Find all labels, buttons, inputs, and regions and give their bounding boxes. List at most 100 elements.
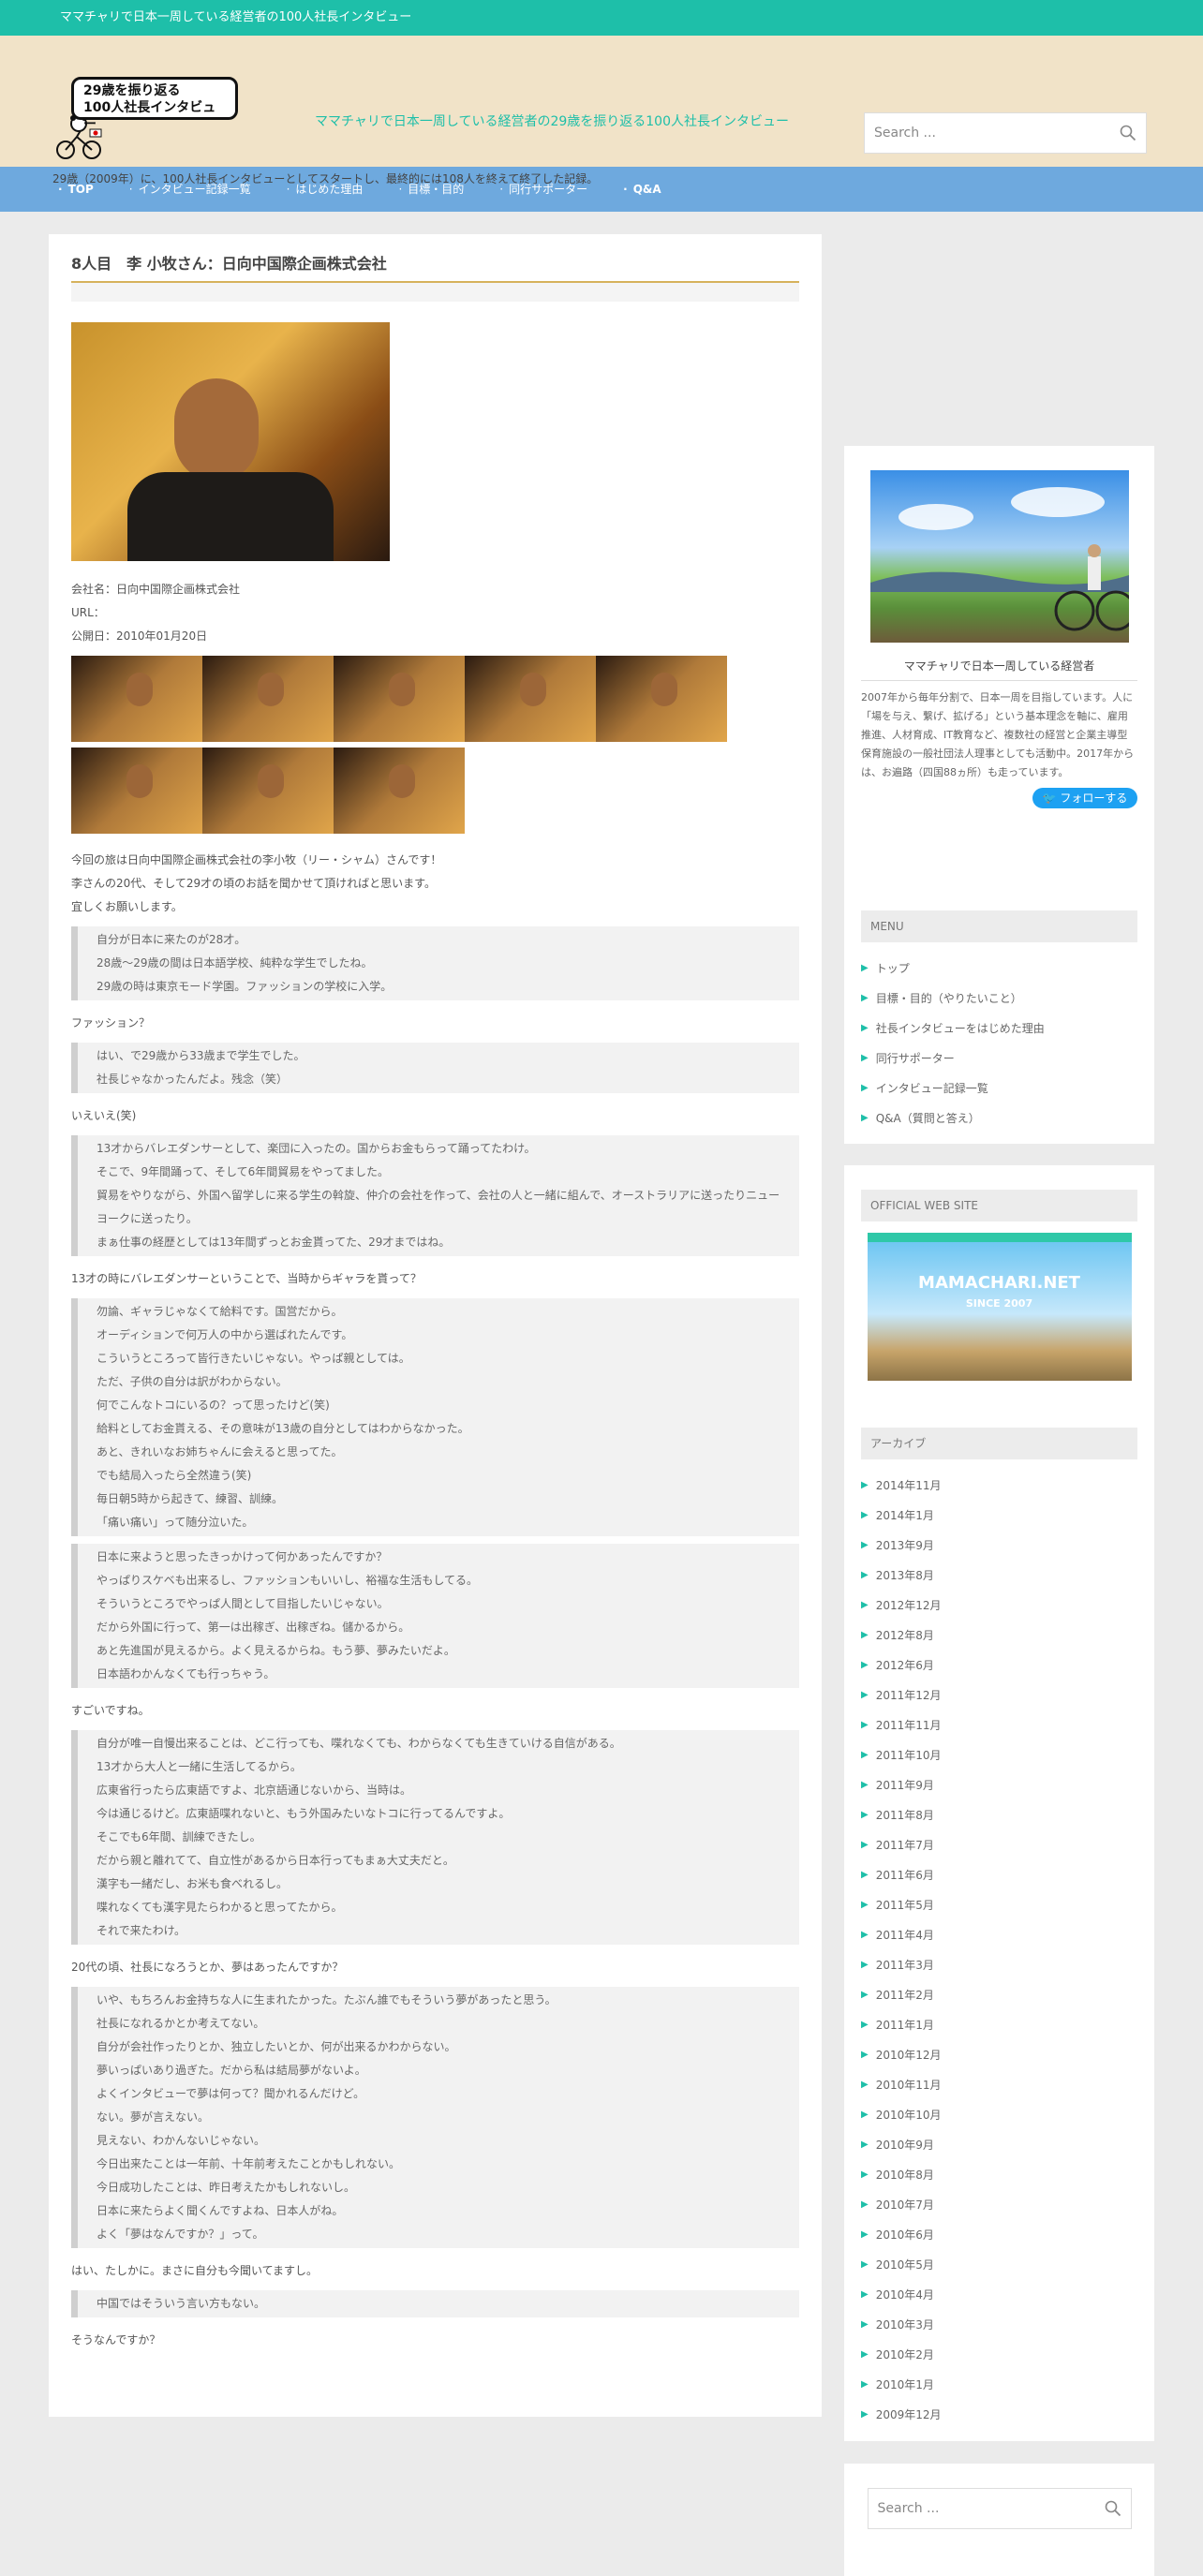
archive-link[interactable]: ▶ 2011年9月 <box>861 1770 1137 1800</box>
gallery-thumbnail[interactable] <box>71 748 202 834</box>
gallery-thumbnail[interactable] <box>202 748 334 834</box>
archive-link[interactable]: ▶ 2011年7月 <box>861 1830 1137 1860</box>
text-line: 自分が日本に来たのが28才。 <box>97 933 246 946</box>
archive-link[interactable]: ▶ 2012年6月 <box>861 1651 1137 1680</box>
menu-link[interactable]: ▶ 社長インタビューをはじめた理由 <box>861 1014 1137 1044</box>
header-search-input[interactable]: Search ... <box>874 124 1120 143</box>
title-spacer <box>71 283 799 302</box>
text-line: 20代の頃、社長になろうとか、夢はあったんですか？ <box>71 1961 344 1974</box>
archive-link[interactable]: ▶ 2014年1月 <box>861 1501 1137 1531</box>
nav-item-qa[interactable]: · Q&A <box>623 181 661 198</box>
sidebar-search-widget: Search ... <box>844 2464 1154 2576</box>
interviewer-question: ファッション？ <box>71 1012 799 1035</box>
answer-quote: 13才からバレエダンサーとして、楽団に入ったの。国からお金もらって踊ってたわけ。… <box>71 1135 799 1256</box>
text-line: でも結局入ったら全然違う(笑) <box>97 1469 252 1482</box>
interviewer-question: 13才の時にバレエダンサーということで、当時からギャラを貰って？ <box>71 1267 799 1291</box>
text-line: だから親と離れてて、自立性があるから日本行ってもまぁ大丈夫だと。 <box>97 1854 454 1867</box>
archive-link[interactable]: ▶ 2010年9月 <box>861 2130 1137 2160</box>
archive-link[interactable]: ▶ 2011年4月 <box>861 1920 1137 1950</box>
text-line: あと、きれいなお姉ちゃんに会えると思ってた。 <box>97 1445 343 1458</box>
triangle-bullet-icon: ▶ <box>861 2139 869 2150</box>
gallery-thumbnail[interactable] <box>334 748 465 834</box>
twitter-icon: 🐦 <box>1042 792 1057 805</box>
archive-link[interactable]: ▶ 2011年5月 <box>861 1890 1137 1920</box>
gallery-thumbnail[interactable] <box>465 656 596 742</box>
archive-link[interactable]: ▶ 2011年2月 <box>861 1980 1137 2010</box>
menu-link[interactable]: ▶ トップ <box>861 954 1137 984</box>
company-name: 会社名：日向中国際企画株式会社 <box>71 583 241 596</box>
archive-link[interactable]: ▶ 2010年7月 <box>861 2190 1137 2220</box>
gallery-thumbnail[interactable] <box>334 656 465 742</box>
archive-link[interactable]: ▶ 2011年1月 <box>861 2010 1137 2040</box>
archive-link[interactable]: ▶ 2010年6月 <box>861 2220 1137 2250</box>
text-line: 貿易をやりながら、外国へ留学しに来る学生の斡旋、仲介の会社を作って、会社の人と一… <box>97 1189 780 1225</box>
site-description: 29歳（2009年）に、100人社長インタビューとしてスタートし、最終的には10… <box>52 172 599 185</box>
triangle-bullet-icon: ▶ <box>861 1083 869 1093</box>
archive-link[interactable]: ▶ 2010年5月 <box>861 2250 1137 2280</box>
triangle-bullet-icon: ▶ <box>861 993 869 1003</box>
triangle-bullet-icon: ▶ <box>861 1113 869 1123</box>
archive-link[interactable]: ▶ 2009年12月 <box>861 2400 1137 2430</box>
text-line: あと先進国が見えるから。よく見えるからね。もう夢、夢みたいだよ。 <box>97 1644 455 1657</box>
archive-link[interactable]: ▶ 2010年4月 <box>861 2280 1137 2310</box>
archive-link[interactable]: ▶ 2010年12月 <box>861 2040 1137 2070</box>
text-line: はい、で29歳から33歳まで学生でした。 <box>97 1049 305 1062</box>
menu-link[interactable]: ▶ インタビュー記録一覧 <box>861 1073 1137 1103</box>
archive-link[interactable]: ▶ 2010年11月 <box>861 2070 1137 2100</box>
triangle-bullet-icon: ▶ <box>861 2050 869 2060</box>
text-line: 勿論、ギャラじゃなくて給料です。国営だから。 <box>97 1305 343 1318</box>
archive-link[interactable]: ▶ 2010年1月 <box>861 2370 1137 2400</box>
interviewer-question: 20代の頃、社長になろうとか、夢はあったんですか？ <box>71 1956 799 1979</box>
text-line: 13才の時にバレエダンサーということで、当時からギャラを貰って？ <box>71 1272 422 1285</box>
text-line: はい、たしかに。まさに自分も今聞いてますし。 <box>71 2264 319 2277</box>
official-site-banner[interactable]: MAMACHARI.NET SINCE 2007 <box>867 1233 1132 1381</box>
archive-widget: アーカイブ ▶ 2014年11月 ▶ 2014年1月 ▶ 2013年9月 ▶ 2013年8月 ▶… <box>844 1403 1154 2441</box>
logo-line-1: 29歳を振り返る <box>83 83 181 98</box>
answer-quote: 自分が唯一自慢出来ることは、どこ行っても、喋れなくても、わからなくても生きていけ… <box>71 1730 799 1945</box>
archive-link[interactable]: ▶ 2011年8月 <box>861 1800 1137 1830</box>
sidebar-search-input[interactable]: Search ... <box>878 2499 1105 2519</box>
archive-link[interactable]: ▶ 2013年8月 <box>861 1561 1137 1591</box>
archive-link[interactable]: ▶ 2010年3月 <box>861 2310 1137 2340</box>
search-icon[interactable] <box>1105 2500 1121 2517</box>
menu-link[interactable]: ▶ 同行サポーター <box>861 1044 1137 1073</box>
archive-link[interactable]: ▶ 2011年11月 <box>861 1710 1137 1740</box>
gallery-thumbnail[interactable] <box>202 656 334 742</box>
twitter-follow-button[interactable]: 🐦 フォローする <box>1032 788 1137 808</box>
interview-body: 自分が日本に来たのが28才。 28歳～29歳の間は日本語学校、純粋な学生でしたね。… <box>71 926 799 2352</box>
photo-gallery <box>71 656 727 839</box>
archive-link[interactable]: ▶ 2014年11月 <box>861 1471 1137 1501</box>
archive-title: アーカイブ <box>861 1428 1137 1459</box>
triangle-bullet-icon: ▶ <box>861 2409 869 2420</box>
archive-link[interactable]: ▶ 2011年3月 <box>861 1950 1137 1980</box>
triangle-bullet-icon: ▶ <box>861 2349 869 2360</box>
archive-link[interactable]: ▶ 2012年8月 <box>861 1621 1137 1651</box>
archive-link[interactable]: ▶ 2011年6月 <box>861 1860 1137 1890</box>
archive-link[interactable]: ▶ 2010年10月 <box>861 2100 1137 2130</box>
interviewee-portrait[interactable] <box>71 322 390 561</box>
search-icon[interactable] <box>1120 125 1136 141</box>
gallery-thumbnail[interactable] <box>596 656 727 742</box>
answer-quote: 日本に来ようと思ったきっかけって何かあったんですか？ やっぱりスケベも出来るし、フ… <box>71 1544 799 1688</box>
sidebar-search-box[interactable]: Search ... <box>867 2488 1132 2529</box>
header-search-box[interactable]: Search ... <box>864 112 1147 154</box>
logo-text-bubble[interactable]: 29歳を振り返る 100人社長インタビュー <box>71 77 238 132</box>
gallery-thumbnail[interactable] <box>71 656 202 742</box>
archive-link[interactable]: ▶ 2011年10月 <box>861 1740 1137 1770</box>
triangle-bullet-icon: ▶ <box>861 1540 869 1550</box>
archive-link[interactable]: ▶ 2010年8月 <box>861 2160 1137 2190</box>
text-line: 中国ではそういう言い方もない。 <box>97 2297 266 2310</box>
menu-link[interactable]: ▶ Q&A（質問と答え） <box>861 1103 1137 1133</box>
publish-date: 公開日：2010年01月20日 <box>71 629 208 643</box>
official-site-brand: MAMACHARI.NET <box>918 1273 1080 1293</box>
archive-link[interactable]: ▶ 2013年9月 <box>861 1531 1137 1561</box>
profile-photo[interactable] <box>869 470 1129 643</box>
text-line: 広東省行ったら広東語ですよ、北京語通じないから、当時は。 <box>97 1784 412 1797</box>
archive-link[interactable]: ▶ 2011年12月 <box>861 1680 1137 1710</box>
archive-link[interactable]: ▶ 2012年12月 <box>861 1591 1137 1621</box>
triangle-bullet-icon: ▶ <box>861 1480 869 1490</box>
archive-link[interactable]: ▶ 2010年2月 <box>861 2340 1137 2370</box>
text-line: 夢いっぱいあり過ぎた。だから私は結局夢がないよ。 <box>97 2064 366 2077</box>
menu-link[interactable]: ▶ 目標・目的（やりたいこと） <box>861 984 1137 1014</box>
official-site-title: OFFICIAL WEB SITE <box>861 1190 1137 1221</box>
